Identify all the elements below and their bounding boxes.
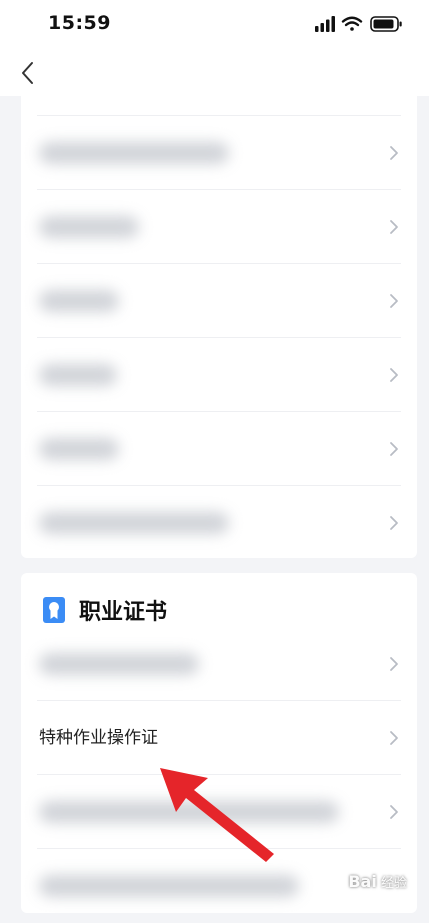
list-item[interactable]	[21, 116, 417, 190]
certificate-icon	[43, 597, 65, 623]
chevron-right-icon	[390, 146, 398, 160]
blurred-text	[39, 875, 299, 897]
status-icons	[315, 16, 402, 32]
wifi-icon	[341, 16, 363, 31]
battery-icon	[370, 16, 402, 32]
list-item[interactable]	[21, 412, 417, 486]
blurred-text	[39, 653, 199, 675]
chevron-right-icon	[390, 368, 398, 382]
list-item[interactable]	[21, 627, 417, 701]
watermark-text: 经验	[380, 876, 407, 891]
chevron-right-icon	[390, 805, 398, 819]
list-item[interactable]	[21, 190, 417, 264]
blurred-text	[39, 142, 229, 164]
red-arrow-annotation	[160, 768, 274, 862]
chevron-right-icon	[390, 657, 398, 671]
chevron-right-icon	[390, 220, 398, 234]
list-item[interactable]	[21, 338, 417, 412]
chevron-right-icon	[390, 516, 398, 530]
blurred-text	[39, 364, 117, 386]
list-item[interactable]	[21, 36, 417, 116]
list-card-1	[21, 96, 417, 558]
blurred-text	[39, 438, 119, 460]
watermark: Bai 经验	[348, 872, 407, 891]
blurred-text	[39, 290, 119, 312]
section-header: 职业证书	[21, 591, 417, 627]
chevron-right-icon	[390, 294, 398, 308]
list-item[interactable]	[21, 264, 417, 338]
signal-icon	[315, 16, 335, 32]
list-item-label: 特种作业操作证	[39, 728, 158, 748]
blurred-text	[39, 512, 229, 534]
section-title: 职业证书	[79, 600, 168, 625]
blurred-text	[39, 216, 139, 238]
watermark-logo: Bai	[348, 872, 377, 891]
status-time: 15:59	[48, 12, 111, 34]
list-item[interactable]	[21, 486, 417, 560]
chevron-right-icon	[390, 731, 398, 745]
chevron-right-icon	[390, 442, 398, 456]
